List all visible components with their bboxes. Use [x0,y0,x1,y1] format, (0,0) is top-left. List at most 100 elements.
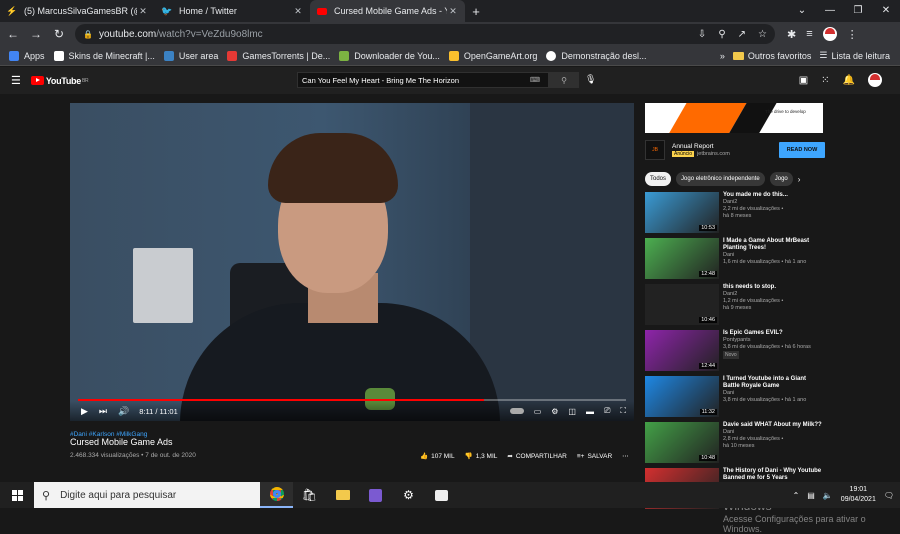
youtube-logo[interactable]: YouTube BR [30,76,89,86]
star-icon[interactable]: ☆ [758,29,767,40]
recommendation-thumbnail[interactable]: 10:53 [645,192,719,233]
profile-avatar[interactable] [822,27,837,41]
install-icon[interactable]: ⇩ [698,29,706,40]
address-bar[interactable]: 🔒 youtube.com/watch?v=VeZdu9o8lmc ⇩ ⚲ ↗ … [75,24,775,44]
speaker-icon[interactable]: 🔈 [823,491,833,500]
theater-mode-icon[interactable]: ▬ [586,407,594,416]
keyboard-icon[interactable]: ⌨ [530,76,540,84]
recommendation-channel[interactable]: Dani2 [723,291,823,298]
chip-all[interactable]: Todos [645,172,672,186]
back-icon[interactable]: ← [3,24,23,44]
more-menu-icon[interactable]: ⋮ [847,28,858,41]
search-input[interactable]: Can You Feel My Heart - Bring Me The Hor… [297,72,549,88]
bookmark-item[interactable]: OpenGameArt.org [448,50,537,61]
miniplayer-icon[interactable]: ◫ [568,407,576,416]
create-video-icon[interactable]: ▣ [799,75,808,86]
close-icon[interactable]: ✕ [447,6,459,17]
recommendation-title[interactable]: The History of Dani - Why Youtube Banned… [723,468,823,482]
clock[interactable]: 19:01 09/04/2021 [841,485,876,505]
recommendation-title[interactable]: Davie said WHAT About my Milk?? [723,422,823,429]
settings-gear-icon[interactable]: ⚙ [392,482,425,508]
account-avatar[interactable] [868,73,882,87]
hamburger-menu-icon[interactable]: ☰ [11,74,21,87]
close-icon[interactable]: ✕ [137,6,149,17]
app-icon[interactable] [425,482,458,508]
more-actions-icon[interactable]: ⋯ [622,452,629,460]
extensions-icon[interactable]: ✱ [787,28,796,41]
read-now-button[interactable]: READ NOW [779,142,825,158]
recommendation-channel[interactable]: Dani [723,252,823,259]
fullscreen-icon[interactable]: ⛶ [620,406,626,416]
recommendation-channel[interactable]: Dani2 [723,199,823,206]
recommendation-item[interactable]: 12:44 Is Epic Games EVIL? Pontypants 3,8 mi… [645,330,825,371]
bookmark-item[interactable]: Demonstração desl... [546,50,646,61]
recommendation-title[interactable]: I Turned Youtube into a Giant Battle Roy… [723,376,823,390]
volume-icon[interactable]: 🔊 [118,406,129,417]
file-explorer-icon[interactable] [326,482,359,508]
screen-recorder-icon[interactable] [359,482,392,508]
forward-icon[interactable]: → [26,24,46,44]
reading-list[interactable]: ☰ Lista de leitura [819,50,890,61]
subtitles-icon[interactable]: ▭ [534,407,542,416]
share-icon[interactable]: ↗ [738,29,746,40]
dislike-button[interactable]: 👎 1,3 MIL [465,452,498,461]
recommendation-item[interactable]: 11:32 I Turned Youtube into a Giant Battl… [645,376,825,417]
recommendation-item[interactable]: 10:48 Davie said WHAT About my Milk?? Dani… [645,422,825,463]
ad-banner[interactable]: The drive to develop [645,103,823,133]
close-window-icon[interactable]: ✕ [872,0,900,20]
microphone-icon[interactable]: 🎙 [585,74,596,85]
save-button[interactable]: ≡+ SALVAR [577,453,612,460]
chrome-icon[interactable] [260,482,293,508]
apps-grid-icon[interactable]: ⁙ [821,75,829,86]
chevron-right-icon[interactable]: › [798,175,801,184]
play-icon[interactable]: ▶ [81,406,88,417]
video-player[interactable]: ▶ ⏭ 🔊 8:11 / 11:01 ▭ ⚙ ◫ ▬ ⎚ ⛶ [70,103,634,421]
network-icon[interactable]: ▤ [807,491,815,500]
new-tab-button[interactable]: + [465,0,487,22]
bookmark-apps[interactable]: Apps [9,50,45,61]
browser-tab-active[interactable]: Cursed Mobile Game Ads - YouTu ✕ [310,0,465,22]
close-icon[interactable]: ✕ [292,6,304,17]
bookmark-item[interactable]: Skins de Minecraft |... [53,50,155,61]
chevron-down-icon[interactable]: ⌄ [788,0,816,20]
taskbar-search[interactable]: ⚲ Digite aqui para pesquisar [34,482,260,508]
media-icon[interactable]: ≡ [806,28,812,40]
recommendation-thumbnail[interactable]: 11:32 [645,376,719,417]
recommendation-channel[interactable]: Pontypants [723,337,823,344]
start-button[interactable] [0,482,34,508]
minimize-icon[interactable]: — [816,0,844,20]
settings-gear-icon[interactable]: ⚙ [551,407,558,416]
recommendation-item[interactable]: 10:53 You made me do this... Dani2 2,2 mi d… [645,192,825,233]
search-button[interactable]: ⚲ [549,72,579,88]
browser-tab[interactable]: ⚡ (5) MarcusSilvaGamesBR (@Ralse ✕ [0,0,155,22]
notifications-bell-icon[interactable]: 🔔 [843,75,855,86]
zoom-icon[interactable]: ⚲ [718,29,725,40]
recommendation-title[interactable]: Is Epic Games EVIL? [723,330,823,337]
restore-icon[interactable]: ❐ [844,0,872,20]
chip-game[interactable]: Jogo [769,172,793,186]
recommendation-thumbnail[interactable]: 12:44 [645,330,719,371]
recommendation-channel[interactable]: Dani [723,390,823,397]
recommendation-title[interactable]: I Made a Game About MrBeast Planting Tre… [723,238,823,252]
chevron-up-icon[interactable]: ⌃ [793,491,800,500]
recommendation-title[interactable]: You made me do this... [723,192,823,199]
store-icon[interactable]: 🛍 [293,482,326,508]
bookmark-item[interactable]: GamesTorrents | De... [227,50,330,61]
browser-tab[interactable]: 🐦 Home / Twitter ✕ [155,0,310,22]
bookmark-item[interactable]: User area [163,50,218,61]
chip-indie-game[interactable]: Jogo eletrônico independente [676,172,765,186]
reload-icon[interactable]: ↻ [49,24,69,44]
autoplay-toggle[interactable] [509,408,524,414]
recommendation-thumbnail[interactable]: 10:48 [645,422,719,463]
next-icon[interactable]: ⏭ [99,406,107,417]
recommendation-title[interactable]: this needs to stop. [723,284,823,291]
recommendation-thumbnail[interactable]: 12:48 [645,238,719,279]
recommendation-item[interactable]: 12:48 I Made a Game About MrBeast Plantin… [645,238,825,279]
like-button[interactable]: 👍 107 MIL [420,452,455,461]
bookmark-item[interactable]: Downloader de You... [339,50,440,61]
recommendation-thumbnail[interactable]: 10:46 [645,284,719,325]
share-button[interactable]: ➦ COMPARTILHAR [507,452,567,461]
recommendation-channel[interactable]: Dani [723,429,823,436]
notifications-icon[interactable]: 🗨 [884,491,894,500]
recommendation-item[interactable]: 10:46 this needs to stop. Dani2 1,2 mi de v… [645,284,825,325]
